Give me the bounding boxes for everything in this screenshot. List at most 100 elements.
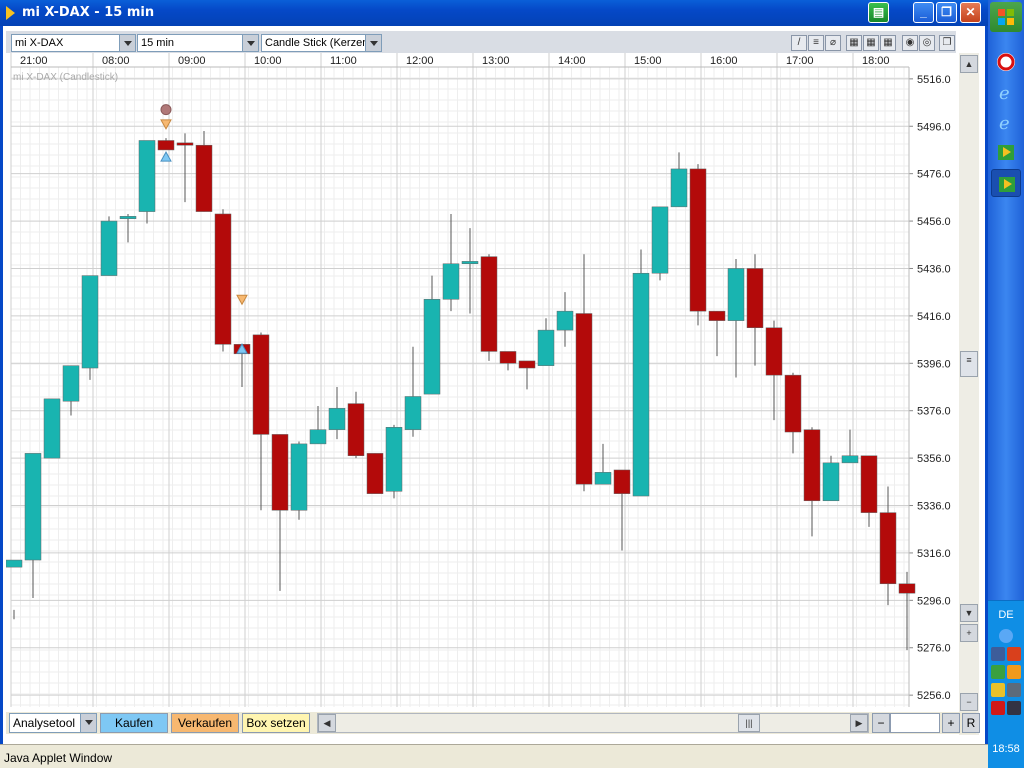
y-tick-label: 5496.0	[917, 121, 951, 133]
candle-body	[442, 263, 460, 300]
reset-button[interactable]: R	[962, 713, 980, 733]
tray-shield-icon[interactable]	[991, 683, 1005, 697]
candlestick-chart[interactable]: 5516.0 5496.0 5476.0 5456.0 5436.0 5416.0 5396…	[6, 53, 956, 708]
candle-body	[765, 327, 783, 376]
tray-mail-icon[interactable]	[1007, 665, 1021, 679]
buy-button[interactable]: Kaufen	[100, 713, 168, 733]
candle-body	[499, 351, 517, 364]
time-label: 10:00	[254, 55, 282, 67]
instrument-select[interactable]: mi X-DAX	[11, 34, 136, 52]
sell-button[interactable]: Verkaufen	[171, 713, 239, 733]
chevron-down-icon[interactable]	[119, 35, 135, 51]
windows-logo-icon	[998, 9, 1014, 25]
taskbar-applet-icon-active[interactable]	[991, 169, 1021, 197]
candle-body	[6, 559, 23, 568]
time-scrollbar[interactable]: ◀ ||| ▶	[317, 713, 869, 733]
hscroll-thumb[interactable]: |||	[738, 714, 760, 732]
interval-select[interactable]: 15 min	[137, 34, 259, 52]
minimize-button[interactable]: _	[913, 2, 934, 23]
y-tick-label: 5296.0	[917, 595, 951, 607]
detach-window-icon[interactable]: ❐	[939, 35, 955, 51]
grid-coarse-icon[interactable]: ▦	[880, 35, 896, 51]
candle-body	[100, 220, 118, 276]
candle-body	[461, 261, 479, 264]
time-zoom-in-button[interactable]: +	[942, 713, 960, 733]
candle-body	[214, 213, 232, 345]
candle-body	[708, 310, 726, 321]
time-label: 21:00	[20, 55, 48, 67]
chart-area[interactable]: 5516.0 5496.0 5476.0 5456.0 5436.0 5416.0 5396…	[6, 53, 956, 708]
tray-misc-icon[interactable]	[1007, 701, 1021, 715]
language-indicator[interactable]: DE	[988, 609, 1024, 621]
chevron-down-icon[interactable]	[365, 35, 381, 51]
chevron-down-icon[interactable]	[80, 714, 96, 732]
taskbar-opera-icon[interactable]	[991, 48, 1021, 76]
scroll-left-icon[interactable]: ◀	[318, 714, 336, 732]
grid-fine-icon[interactable]: ▦	[846, 35, 862, 51]
analysis-tool-label: Analysetool	[13, 716, 76, 730]
candle-body	[860, 455, 878, 513]
chart-toolbar: mi X-DAX 15 min Candle Stick (Kerzen / ≡…	[6, 31, 956, 53]
instrument-value: mi X-DAX	[15, 37, 64, 49]
interval-value: 15 min	[141, 37, 175, 49]
tray-expand-icon[interactable]	[999, 629, 1013, 643]
window-title: mi X-DAX - 15 min	[22, 5, 155, 20]
tray-network-icon[interactable]	[991, 647, 1005, 661]
chart-label: mi X-DAX (Candlestick)	[13, 72, 118, 83]
candle-body	[689, 168, 707, 312]
taskbar-ie-icon[interactable]: e	[991, 78, 1021, 106]
taskbar-ie-icon-2[interactable]: e	[991, 108, 1021, 136]
scroll-thumb[interactable]: ≡	[960, 351, 978, 377]
bottom-toolbar: Analysetool Kaufen Verkaufen Box setzen …	[6, 712, 980, 734]
time-zoom-field[interactable]	[890, 713, 940, 733]
chevron-down-icon[interactable]	[242, 35, 258, 51]
candle-body	[24, 453, 42, 561]
analysis-tool-select[interactable]: Analysetool	[9, 713, 97, 733]
y-tick-label: 5316.0	[917, 548, 951, 560]
candle-body	[803, 429, 821, 502]
tray-antivirus-icon[interactable]	[1007, 647, 1021, 661]
zoom-minus-icon[interactable]: −	[960, 693, 978, 711]
hlines-icon[interactable]: ≡	[808, 35, 824, 51]
close-button[interactable]: ✕	[960, 2, 981, 23]
set-box-button[interactable]: Box setzen	[242, 713, 310, 733]
candle-body	[594, 472, 612, 485]
chart-type-value: Candle Stick (Kerzen	[265, 37, 369, 49]
status-text: Java Applet Window	[4, 751, 113, 765]
diameter-icon[interactable]: ⌀	[825, 35, 841, 51]
scroll-right-icon[interactable]: ▶	[850, 714, 868, 732]
tray-status-icon[interactable]	[991, 665, 1005, 679]
clock: 18:58	[992, 743, 1020, 755]
candle-body	[404, 396, 422, 430]
candle-body	[898, 583, 916, 594]
chart-type-select[interactable]: Candle Stick (Kerzen	[261, 34, 382, 52]
candle-body	[195, 144, 213, 212]
zoom-out-icon[interactable]: ◎	[919, 35, 935, 51]
price-scrollbar[interactable]: ▲ ≡ ▼ + −	[959, 53, 979, 735]
restore-button[interactable]: ❐	[936, 2, 957, 23]
candle-body	[784, 374, 802, 433]
candle-body	[727, 268, 745, 321]
candle-body	[480, 256, 498, 352]
tray-tool-icon[interactable]	[1007, 683, 1021, 697]
zoom-plus-icon[interactable]: +	[960, 624, 978, 642]
scroll-down-icon[interactable]: ▼	[960, 604, 978, 622]
tray-opera-icon[interactable]	[991, 701, 1005, 715]
play-icon	[6, 6, 15, 20]
candle-body	[632, 272, 650, 497]
time-zoom-out-button[interactable]: −	[872, 713, 890, 733]
time-label: 15:00	[634, 55, 662, 67]
taskbar-applet-icon[interactable]	[991, 138, 1021, 166]
y-tick-label: 5516.0	[917, 74, 951, 86]
system-tray: DE 18:58	[988, 600, 1024, 768]
start-button[interactable]	[990, 2, 1022, 32]
signal-circle-marker	[160, 104, 172, 116]
candle-body	[651, 206, 669, 274]
draw-line-icon[interactable]: /	[791, 35, 807, 51]
print-button[interactable]: ▤	[868, 2, 889, 23]
candle-body	[879, 512, 897, 584]
time-label: 17:00	[786, 55, 814, 67]
grid-medium-icon[interactable]: ▦	[863, 35, 879, 51]
zoom-in-icon[interactable]: ◉	[902, 35, 918, 51]
scroll-up-icon[interactable]: ▲	[960, 55, 978, 73]
